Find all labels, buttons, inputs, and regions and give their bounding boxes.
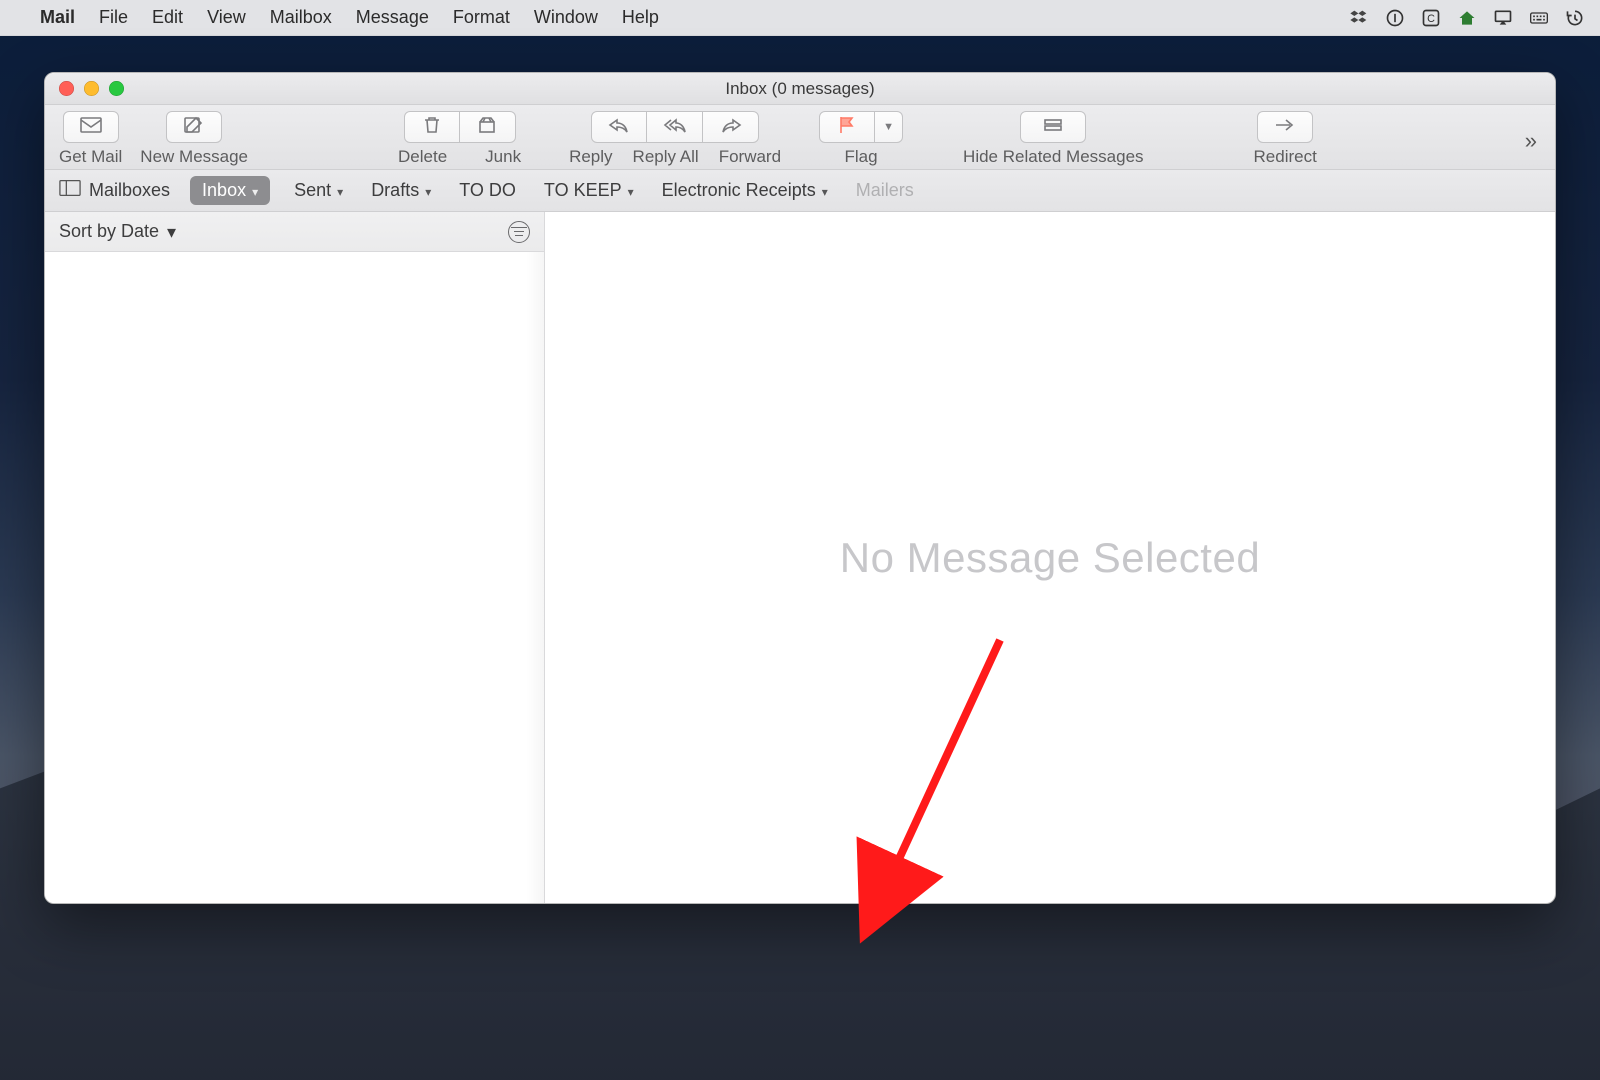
envelope-icon [79,115,103,140]
favorite-mailers-label: Mailers [856,180,914,201]
chevron-down-icon: ▾ [425,185,431,199]
forward-button[interactable] [703,111,759,143]
reply-button[interactable] [591,111,647,143]
new-message-button[interactable] [166,111,222,143]
reply-all-icon [663,115,687,140]
filter-icon [514,231,524,233]
compose-icon [182,115,206,140]
favorite-mailers[interactable]: Mailers [852,176,918,205]
favorite-inbox-label: Inbox [202,180,246,201]
hide-related-button[interactable] [1020,111,1086,143]
message-list-empty [45,252,544,903]
dropbox-status-icon[interactable] [1348,7,1370,29]
keyboard-status-icon[interactable] [1528,7,1550,29]
favorite-tokeep[interactable]: TO KEEP ▾ [540,176,638,205]
favorite-inbox[interactable]: Inbox ▾ [190,176,270,205]
home-status-icon[interactable] [1456,7,1478,29]
forward-icon [719,115,743,140]
message-viewer: No Message Selected [545,212,1555,903]
related-icon [1041,115,1065,140]
mailboxes-label: Mailboxes [89,180,170,201]
get-mail-button[interactable] [63,111,119,143]
sidebar-icon [59,179,81,202]
menu-window[interactable]: Window [522,7,610,28]
filter-button[interactable] [508,221,530,243]
redirect-icon [1273,115,1297,140]
chevron-down-icon: ▾ [822,185,828,199]
chevron-down-icon: ▾ [337,185,343,199]
junk-label: Junk [475,147,531,167]
favorite-todo-label: TO DO [459,180,516,201]
new-message-label: New Message [140,147,248,167]
app-menu[interactable]: Mail [28,7,87,28]
junk-button[interactable] [460,111,516,143]
toolbar-overflow-button[interactable]: » [1517,124,1541,154]
no-selection-placeholder: No Message Selected [840,534,1260,582]
delete-label: Delete [388,147,457,167]
reply-all-button[interactable] [647,111,703,143]
menu-help[interactable]: Help [610,7,671,28]
chevron-down-icon: ▾ [628,185,634,199]
junk-icon [475,115,499,140]
redirect-button[interactable] [1257,111,1313,143]
window-title: Inbox (0 messages) [45,79,1555,99]
mailboxes-toggle[interactable]: Mailboxes [59,179,170,202]
chevron-down-icon: ▾ [167,222,176,243]
svg-text:C: C [1427,13,1435,25]
flag-icon [835,115,859,140]
flag-button[interactable] [819,111,875,143]
favorite-sent[interactable]: Sent ▾ [290,176,347,205]
favorite-sent-label: Sent [294,180,331,201]
favorite-receipts-label: Electronic Receipts [662,180,816,201]
menu-view[interactable]: View [195,7,258,28]
onepassword-status-icon[interactable] [1384,7,1406,29]
menu-edit[interactable]: Edit [140,7,195,28]
chevron-down-icon: ▼ [883,121,894,133]
message-list-column: Sort by Date ▾ [45,212,545,903]
favorite-tokeep-label: TO KEEP [544,180,622,201]
menu-message[interactable]: Message [344,7,441,28]
reply-all-label: Reply All [623,147,709,167]
redirect-label: Redirect [1254,147,1317,167]
window-titlebar[interactable]: Inbox (0 messages) [45,73,1555,105]
chevron-down-icon: ▾ [252,185,258,199]
toolbar: Get Mail New Message Delete [45,105,1555,170]
forward-label: Forward [709,147,791,167]
favorite-drafts[interactable]: Drafts ▾ [367,176,435,205]
menu-format[interactable]: Format [441,7,522,28]
trash-icon [420,115,444,140]
hide-related-label: Hide Related Messages [963,147,1143,167]
macos-menubar: Mail File Edit View Mailbox Message Form… [0,0,1600,36]
flag-label: Flag [845,147,878,167]
favorite-receipts[interactable]: Electronic Receipts ▾ [658,176,832,205]
sort-label: Sort by Date [59,221,159,242]
favorite-todo[interactable]: TO DO [455,176,520,205]
sort-bar: Sort by Date ▾ [45,212,544,252]
menu-mailbox[interactable]: Mailbox [258,7,344,28]
timemachine-status-icon[interactable] [1564,7,1586,29]
c-status-icon[interactable]: C [1420,7,1442,29]
content-area: Sort by Date ▾ No Message Selected [45,212,1555,903]
favorite-drafts-label: Drafts [371,180,419,201]
get-mail-label: Get Mail [59,147,122,167]
airplay-status-icon[interactable] [1492,7,1514,29]
sort-button[interactable]: Sort by Date ▾ [59,221,176,242]
delete-button[interactable] [404,111,460,143]
favorites-bar: Mailboxes Inbox ▾ Sent ▾ Drafts ▾ TO DO TO … [45,170,1555,212]
reply-label: Reply [559,147,622,167]
mail-window: Inbox (0 messages) Get Mail New Message [44,72,1556,904]
reply-icon [607,115,631,140]
menu-file[interactable]: File [87,7,140,28]
flag-menu-button[interactable]: ▼ [875,111,903,143]
